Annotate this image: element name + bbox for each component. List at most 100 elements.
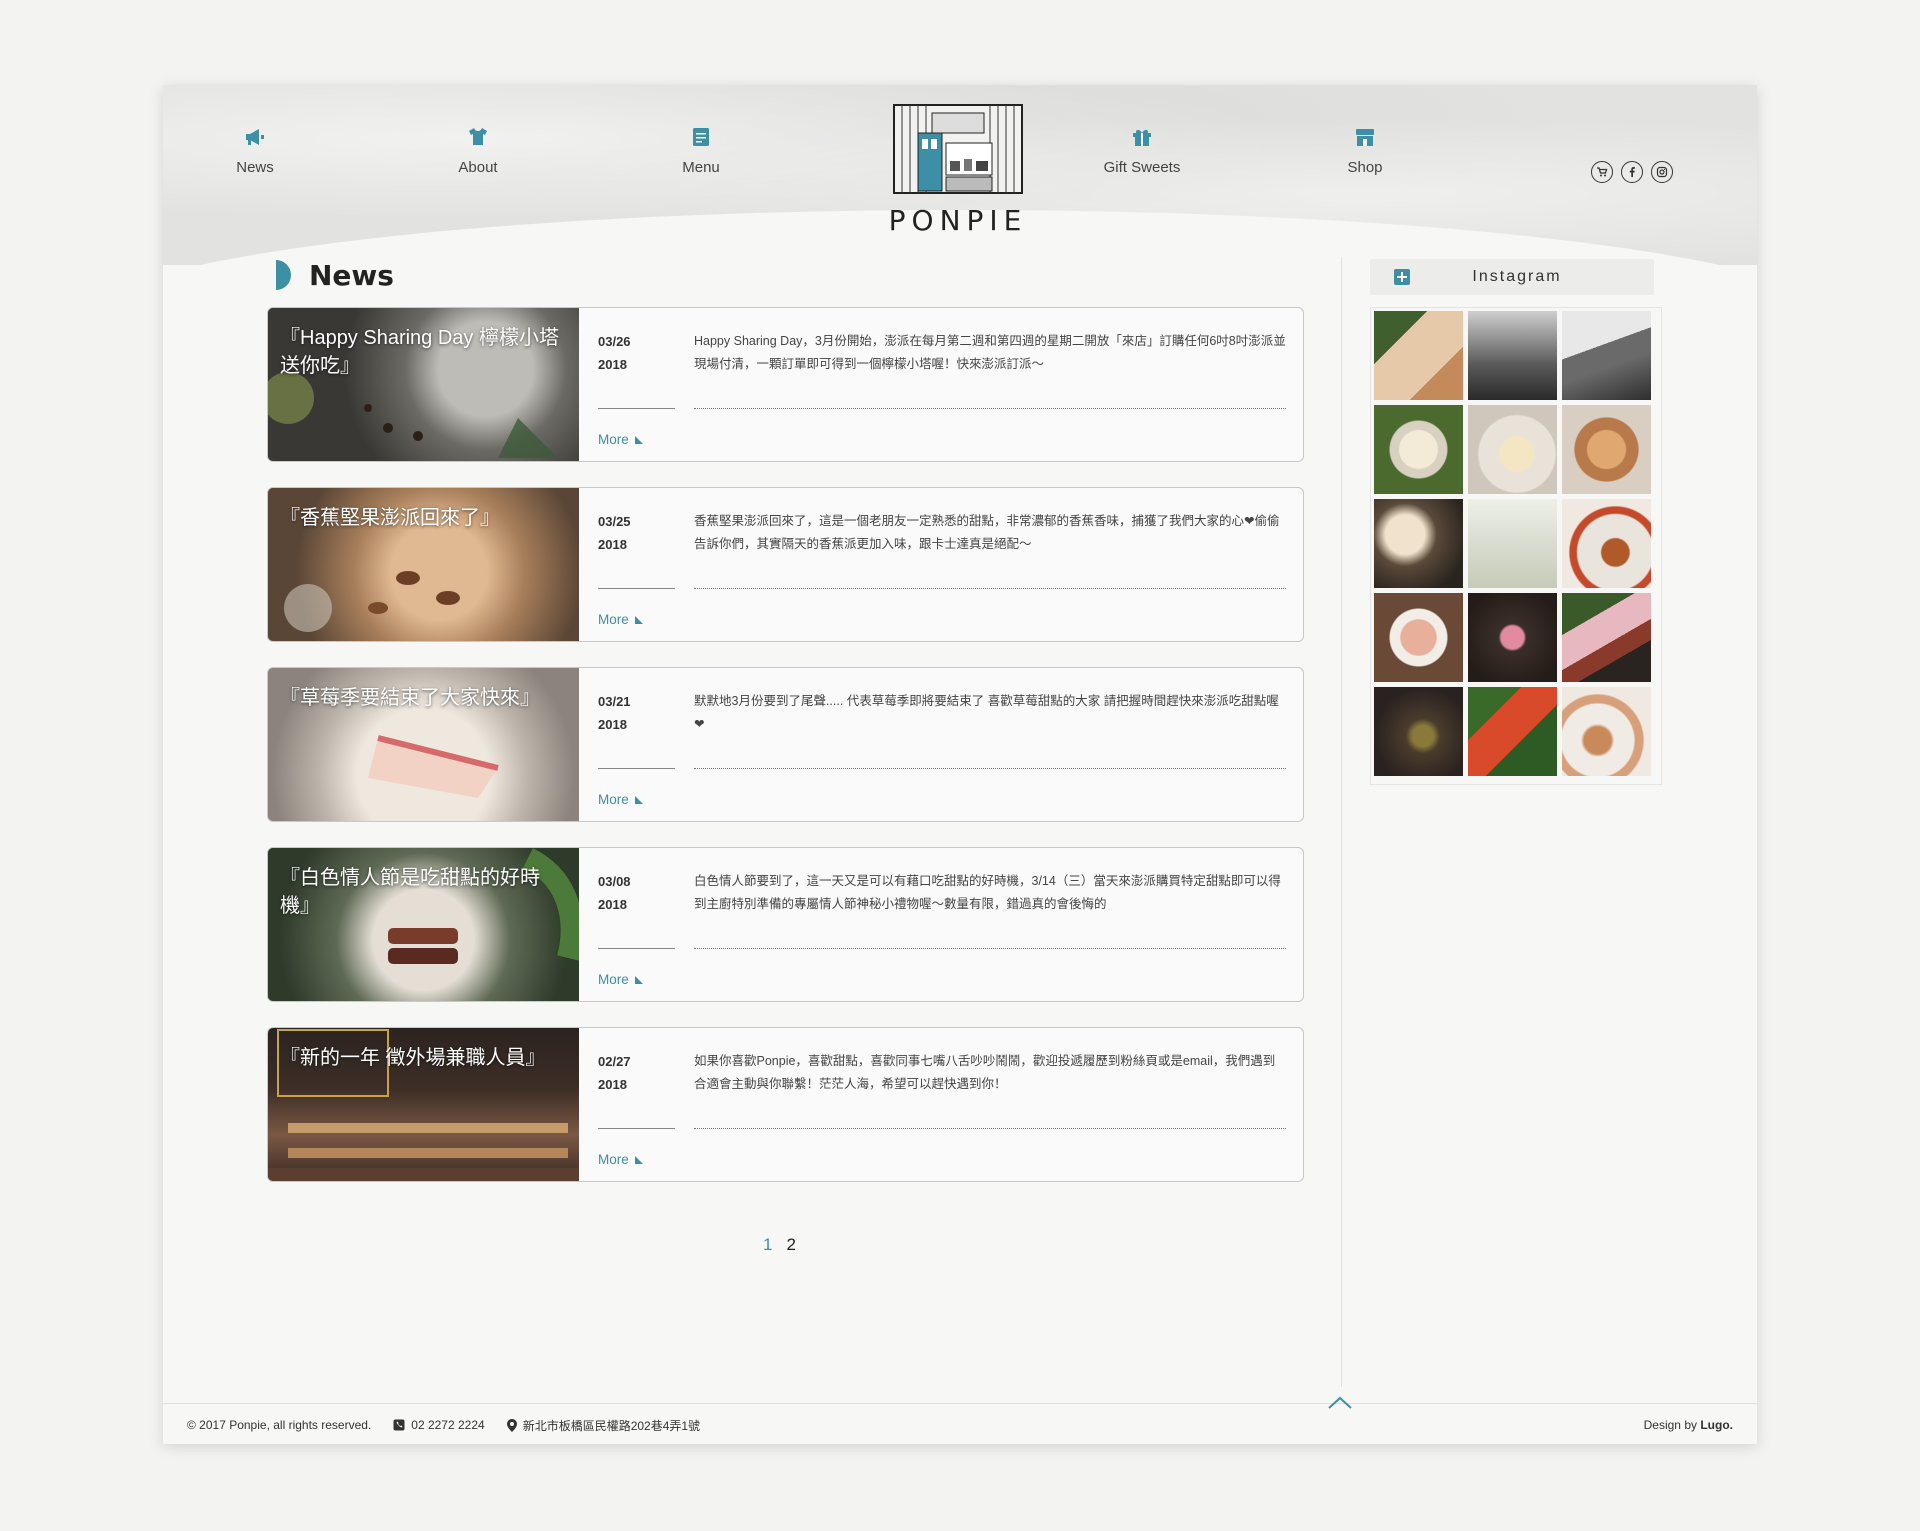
instagram-photo[interactable] [1374, 499, 1463, 588]
more-label: More [598, 1152, 629, 1167]
news-caption: 『白色情人節是吃甜點的好時機』 [280, 867, 540, 917]
flag-arrow-icon [634, 435, 643, 444]
footer-phone[interactable]: 02 2272 2224 [393, 1418, 485, 1432]
instagram-photo[interactable] [1562, 593, 1651, 682]
nav-menu[interactable]: Menu [631, 125, 771, 176]
news-date-md: 02/27 [598, 1054, 631, 1069]
news-section-title: News [276, 257, 394, 293]
more-link[interactable]: More [598, 792, 643, 807]
news-date-md: 03/26 [598, 334, 631, 349]
news-date: 03/25 2018 [598, 510, 678, 556]
text-divider [694, 588, 1286, 589]
nav-news-label: News [236, 159, 274, 176]
more-link[interactable]: More [598, 972, 643, 987]
instagram-header[interactable]: Instagram [1370, 259, 1654, 295]
instagram-photo[interactable] [1562, 499, 1651, 588]
instagram-photo[interactable] [1374, 405, 1463, 494]
ponpie-logo[interactable]: PONPIE [883, 103, 1033, 239]
nav-gift-sweets[interactable]: Gift Sweets [1072, 125, 1212, 176]
footer-credit: Design by Lugo. [1644, 1418, 1733, 1432]
instagram-photo[interactable] [1468, 311, 1557, 400]
page-1-link[interactable]: 1 [763, 1235, 772, 1255]
nav-about[interactable]: About [408, 125, 548, 176]
title-mark-icon [276, 260, 291, 290]
instagram-photo[interactable] [1468, 687, 1557, 776]
instagram-photo[interactable] [1468, 593, 1557, 682]
chevron-up-icon [1328, 1396, 1352, 1409]
cart-glyph-icon [1597, 167, 1608, 177]
nav-shop[interactable]: Shop [1295, 125, 1435, 176]
instagram-photo[interactable] [1562, 687, 1651, 776]
instagram-photo[interactable] [1374, 687, 1463, 776]
more-link[interactable]: More [598, 432, 643, 447]
instagram-icon[interactable] [1651, 161, 1673, 183]
facebook-icon[interactable] [1621, 161, 1643, 183]
nav-menu-label: Menu [682, 159, 720, 176]
menu-book-icon [693, 128, 709, 146]
date-divider [598, 588, 675, 589]
page-container: News About Menu PONPIE Gift Sweets Shop … [163, 85, 1757, 1444]
designer-name[interactable]: Lugo. [1700, 1418, 1733, 1432]
news-list: 『Happy Sharing Day 檸檬小塔送你吃』 03/26 2018 H… [267, 307, 1304, 1207]
flag-arrow-icon [634, 795, 643, 804]
page-2-link[interactable]: 2 [786, 1235, 795, 1255]
footer: © 2017 Ponpie, all rights reserved. 02 2… [187, 1415, 1733, 1435]
text-divider [694, 948, 1286, 949]
date-divider [598, 408, 675, 409]
facebook-glyph-icon [1629, 167, 1635, 177]
news-date-year: 2018 [598, 897, 627, 912]
news-excerpt: Happy Sharing Day，3月份開始，澎派在每月第二週和第四週的星期二… [694, 334, 1286, 371]
flag-arrow-icon [634, 1155, 643, 1164]
news-date-md: 03/25 [598, 514, 631, 529]
more-label: More [598, 972, 629, 987]
plus-glyph-icon [1397, 272, 1407, 282]
shirt-icon [469, 128, 487, 145]
more-link[interactable]: More [598, 612, 643, 627]
news-excerpt: 白色情人節要到了，這一天又是可以有藉口吃甜點的好時機，3/14（三）當天來澎派購… [694, 874, 1281, 911]
news-date-year: 2018 [598, 717, 627, 732]
back-to-top-button[interactable] [1325, 1395, 1355, 1411]
text-divider [694, 1128, 1286, 1129]
date-divider [598, 1128, 675, 1129]
news-date: 03/26 2018 [598, 330, 678, 376]
news-date: 02/27 2018 [598, 1050, 678, 1096]
news-caption: 『Happy Sharing Day 檸檬小塔送你吃』 [280, 327, 559, 377]
pagination: 1 2 [763, 1235, 796, 1255]
news-item: 『新的一年 徵外場兼職人員』 02/27 2018 如果你喜歡Ponpie，喜歡… [267, 1027, 1304, 1182]
instagram-photo[interactable] [1374, 311, 1463, 400]
news-image[interactable]: 『香蕉堅果澎派回來了』 [268, 488, 579, 641]
news-image[interactable]: 『Happy Sharing Day 檸檬小塔送你吃』 [268, 308, 579, 461]
instagram-photo[interactable] [1562, 405, 1651, 494]
instagram-photo[interactable] [1562, 311, 1651, 400]
news-image[interactable]: 『新的一年 徵外場兼職人員』 [268, 1028, 579, 1181]
phone-icon [393, 1419, 405, 1431]
instagram-photo[interactable] [1374, 593, 1463, 682]
news-date-year: 2018 [598, 537, 627, 552]
storefront-icon [1356, 129, 1374, 146]
logo-text: PONPIE [888, 204, 1028, 237]
megaphone-icon [246, 129, 264, 145]
page-title: News [309, 258, 394, 292]
cart-icon[interactable] [1591, 161, 1613, 183]
footer-address[interactable]: 新北市板橋區民權路202巷4弄1號 [506, 1417, 700, 1434]
more-link[interactable]: More [598, 1152, 643, 1167]
nav-news[interactable]: News [185, 125, 325, 176]
more-label: More [598, 432, 629, 447]
instagram-glyph-icon [1656, 166, 1668, 178]
text-divider [694, 768, 1286, 769]
instagram-photo[interactable] [1468, 499, 1557, 588]
news-date: 03/08 2018 [598, 870, 678, 916]
news-caption: 『香蕉堅果澎派回來了』 [280, 507, 500, 529]
design-prefix: Design by [1643, 1418, 1697, 1432]
news-item: 『Happy Sharing Day 檸檬小塔送你吃』 03/26 2018 H… [267, 307, 1304, 462]
location-pin-icon [506, 1418, 517, 1432]
news-image[interactable]: 『白色情人節是吃甜點的好時機』 [268, 848, 579, 1001]
instagram-photo[interactable] [1468, 405, 1557, 494]
flag-arrow-icon [634, 615, 643, 624]
sidebar-divider [1341, 257, 1342, 1387]
shop-front-logo-icon [893, 104, 1023, 194]
social-links [1591, 161, 1673, 183]
instagram-title: Instagram [1472, 268, 1562, 285]
news-image[interactable]: 『草莓季要結束了大家快來』 [268, 668, 579, 821]
plus-icon [1394, 269, 1410, 285]
